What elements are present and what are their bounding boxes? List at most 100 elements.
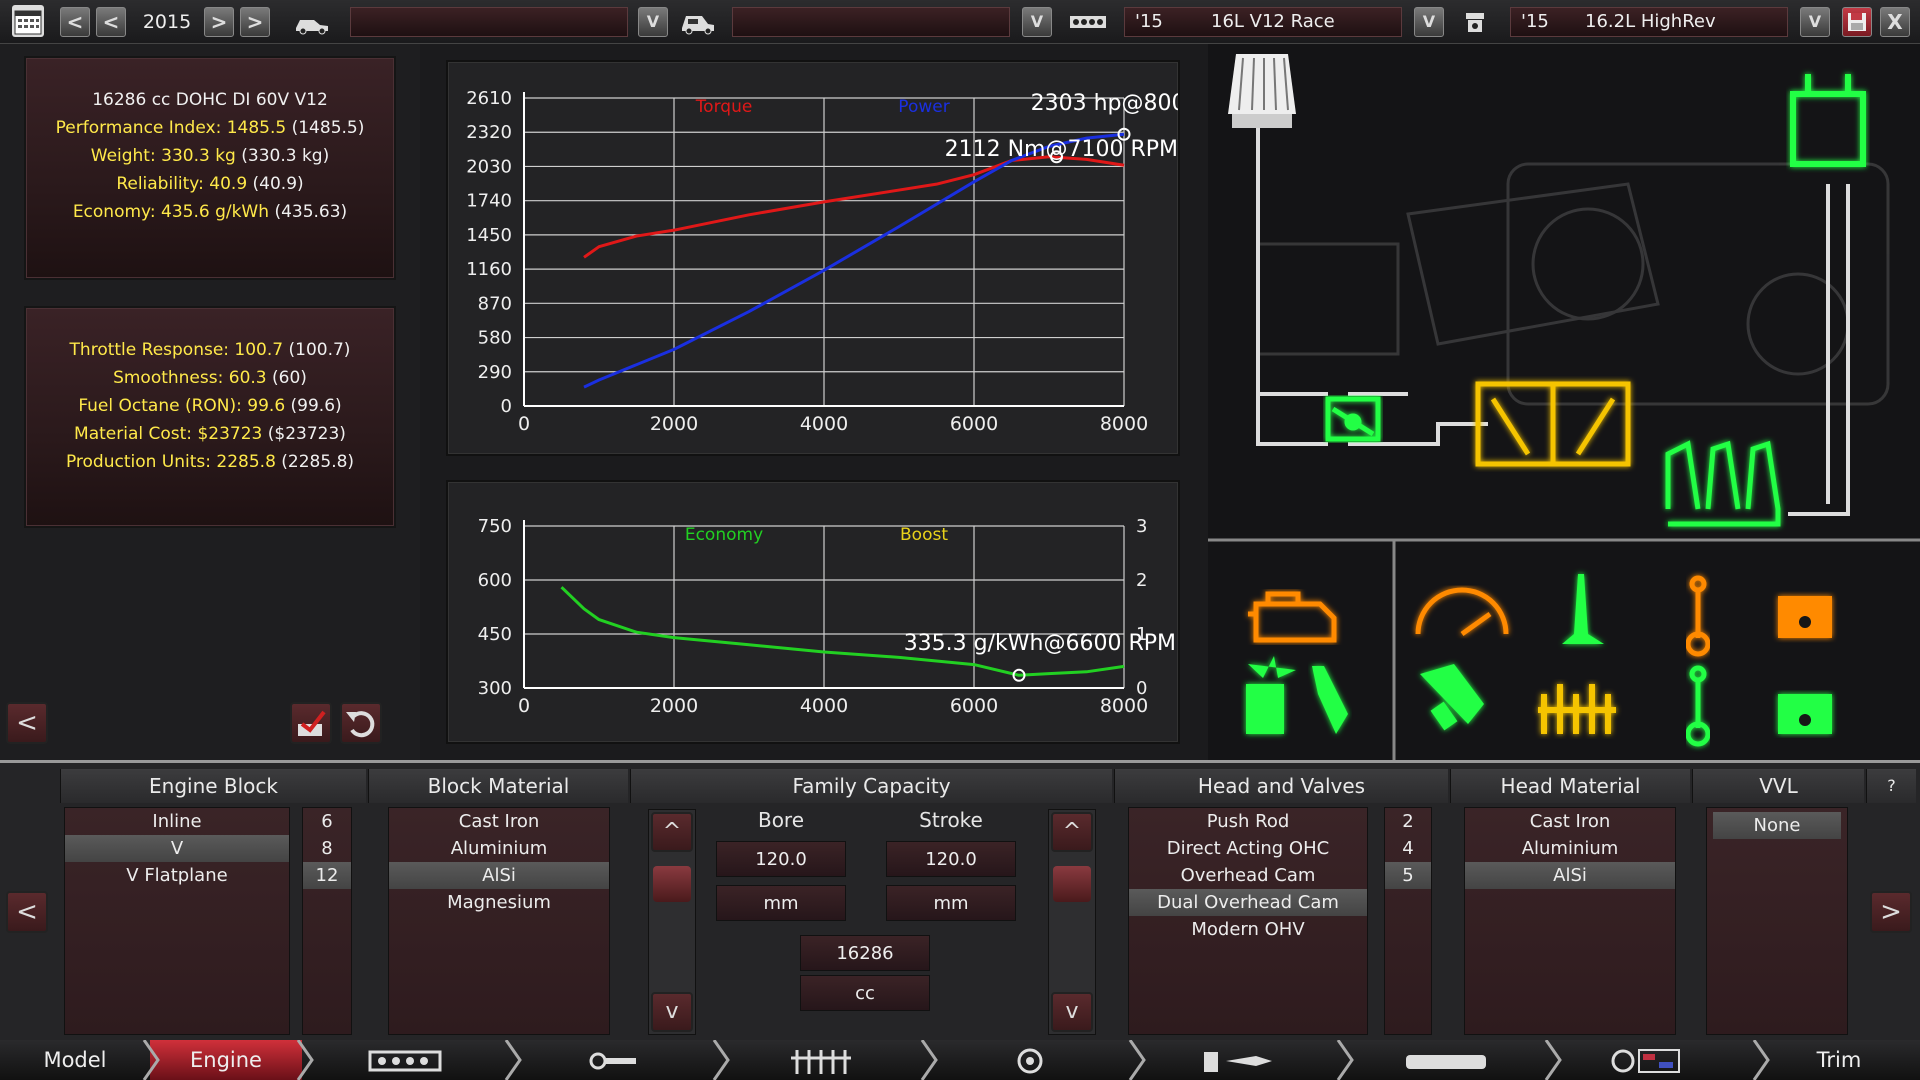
engine-family-icon xyxy=(1068,11,1108,33)
stroke-unit: mm xyxy=(886,885,1016,921)
engine-family-select[interactable]: '15 16L V12 Race xyxy=(1124,7,1402,37)
fuel-system-icon[interactable] xyxy=(1246,656,1296,734)
list-item[interactable]: None xyxy=(1713,812,1841,839)
valvetrain-icon[interactable] xyxy=(1538,684,1616,734)
nav-top-end[interactable] xyxy=(718,1040,926,1080)
nav-separator-chevron xyxy=(1544,1040,1562,1080)
nav-trim[interactable]: Trim xyxy=(1758,1040,1920,1080)
trim-dropdown-button[interactable]: V xyxy=(1022,7,1052,37)
y-tick-label: 1450 xyxy=(466,225,512,246)
model-dropdown-button[interactable]: V xyxy=(638,7,668,37)
list-item[interactable]: Inline xyxy=(65,808,289,835)
nav-bottom-end[interactable] xyxy=(510,1040,718,1080)
intake-runner-icon[interactable] xyxy=(1562,574,1604,644)
vvl-list: None xyxy=(1706,807,1848,1035)
y2-tick-label: 2 xyxy=(1136,570,1147,591)
muffler-icon[interactable] xyxy=(1790,74,1866,167)
year-next-fast-button[interactable]: > xyxy=(240,7,270,37)
next-component-button[interactable]: > xyxy=(1870,891,1912,933)
tuning-wrench-icon[interactable] xyxy=(1420,664,1484,731)
nav-tuning[interactable] xyxy=(1550,1040,1758,1080)
list-item[interactable]: 8 xyxy=(303,835,351,862)
nav-fuel[interactable] xyxy=(1134,1040,1342,1080)
stroke-label: Stroke xyxy=(919,808,983,832)
bore-scrollbar[interactable]: ^ v xyxy=(648,809,696,1035)
list-item[interactable]: 12 xyxy=(303,862,351,889)
list-item[interactable]: AlSi xyxy=(389,862,609,889)
bore-down-button[interactable]: v xyxy=(651,992,693,1032)
bore-input[interactable]: 120.0 xyxy=(716,841,846,877)
stroke-scrollbar[interactable]: ^ v xyxy=(1048,809,1096,1035)
save-icon[interactable] xyxy=(1842,7,1872,37)
nav-engine-block[interactable] xyxy=(302,1040,510,1080)
weight-ref: (330.3 kg) xyxy=(241,146,330,166)
stats-panel: 16286 cc DOHC DI 60V V12 Performance Ind… xyxy=(0,44,420,760)
nav-model[interactable]: Model xyxy=(0,1040,150,1080)
list-item[interactable]: Direct Acting OHC xyxy=(1129,835,1367,862)
throttle-body-icon[interactable] xyxy=(1325,396,1381,442)
nav-separator-chevron xyxy=(142,1040,160,1080)
back-button[interactable]: < xyxy=(6,702,48,744)
list-item[interactable]: Aluminium xyxy=(1465,835,1675,862)
stroke-up-button[interactable]: ^ xyxy=(1051,812,1093,852)
list-item[interactable]: Magnesium xyxy=(389,889,609,916)
gauge-icon[interactable] xyxy=(1415,587,1509,637)
list-item[interactable]: 4 xyxy=(1385,835,1431,862)
calendar-icon[interactable] xyxy=(12,5,44,37)
piston-green-icon[interactable] xyxy=(1778,694,1832,734)
y-tick-label: 1740 xyxy=(466,191,512,212)
bore-scroll-thumb[interactable] xyxy=(653,866,691,902)
piston-rod-icon[interactable] xyxy=(1685,575,1711,657)
nav-aspiration[interactable] xyxy=(926,1040,1134,1080)
list-item[interactable]: 2 xyxy=(1385,808,1431,835)
nav-engine[interactable]: Engine xyxy=(150,1040,302,1080)
family-dropdown-button[interactable]: V xyxy=(1414,7,1444,37)
nav-separator-chevron xyxy=(712,1040,730,1080)
list-item[interactable]: 6 xyxy=(303,808,351,835)
year-prev-button[interactable]: < xyxy=(96,7,126,37)
variant-dropdown-button[interactable]: V xyxy=(1800,7,1830,37)
air-filter-icon[interactable] xyxy=(1228,54,1296,128)
y-tick-label: 1160 xyxy=(466,259,512,280)
stroke-input[interactable]: 120.0 xyxy=(886,841,1016,877)
list-item[interactable]: Push Rod xyxy=(1129,808,1367,835)
list-item[interactable]: Cast Iron xyxy=(389,808,609,835)
nav-exhaust[interactable] xyxy=(1342,1040,1550,1080)
list-item[interactable]: Overhead Cam xyxy=(1129,862,1367,889)
block-material-header: Block Material xyxy=(368,769,628,803)
family-capacity-header: Family Capacity xyxy=(630,769,1112,803)
model-select[interactable] xyxy=(350,7,628,37)
year-prev-fast-button[interactable]: < xyxy=(60,7,90,37)
list-item[interactable]: Aluminium xyxy=(389,835,609,862)
list-item[interactable]: Dual Overhead Cam xyxy=(1129,889,1367,916)
intake-manifold-icon[interactable] xyxy=(1475,381,1631,467)
list-item[interactable]: 5 xyxy=(1385,862,1431,889)
prod-ref: (2285.8) xyxy=(281,452,355,472)
head-material-header: Head Material xyxy=(1450,769,1690,803)
engine-block-icon[interactable] xyxy=(1248,591,1337,643)
exhaust-headers-icon[interactable] xyxy=(1665,440,1781,527)
stroke-down-button[interactable]: v xyxy=(1051,992,1093,1032)
crankshaft-rod-icon[interactable] xyxy=(1685,665,1711,747)
engine-variant-select[interactable]: '15 16.2L HighRev xyxy=(1510,7,1788,37)
list-item[interactable]: V xyxy=(65,835,289,862)
family-year: '15 xyxy=(1135,11,1163,32)
spark-plug-icon[interactable] xyxy=(1312,666,1348,734)
bore-up-button[interactable]: ^ xyxy=(651,812,693,852)
reliability-stat: Reliability: 40.9 (40.9) xyxy=(26,170,394,198)
trim-select[interactable] xyxy=(732,7,1010,37)
stroke-scroll-thumb[interactable] xyxy=(1053,866,1091,902)
help-button[interactable]: ? xyxy=(1866,769,1916,803)
piston-icon[interactable] xyxy=(1778,596,1832,638)
valve-count-list: 2 4 5 xyxy=(1384,807,1432,1035)
list-item[interactable]: V Flatplane xyxy=(65,862,289,889)
undo-icon[interactable] xyxy=(340,702,382,744)
year-next-button[interactable]: > xyxy=(204,7,234,37)
list-item[interactable]: Modern OHV xyxy=(1129,916,1367,943)
variant-year: '15 xyxy=(1521,11,1549,32)
list-item[interactable]: AlSi xyxy=(1465,862,1675,889)
list-item[interactable]: Cast Iron xyxy=(1465,808,1675,835)
prev-component-button[interactable]: < xyxy=(6,891,48,933)
close-button[interactable]: X xyxy=(1880,7,1910,37)
test-engine-icon[interactable] xyxy=(290,702,332,744)
